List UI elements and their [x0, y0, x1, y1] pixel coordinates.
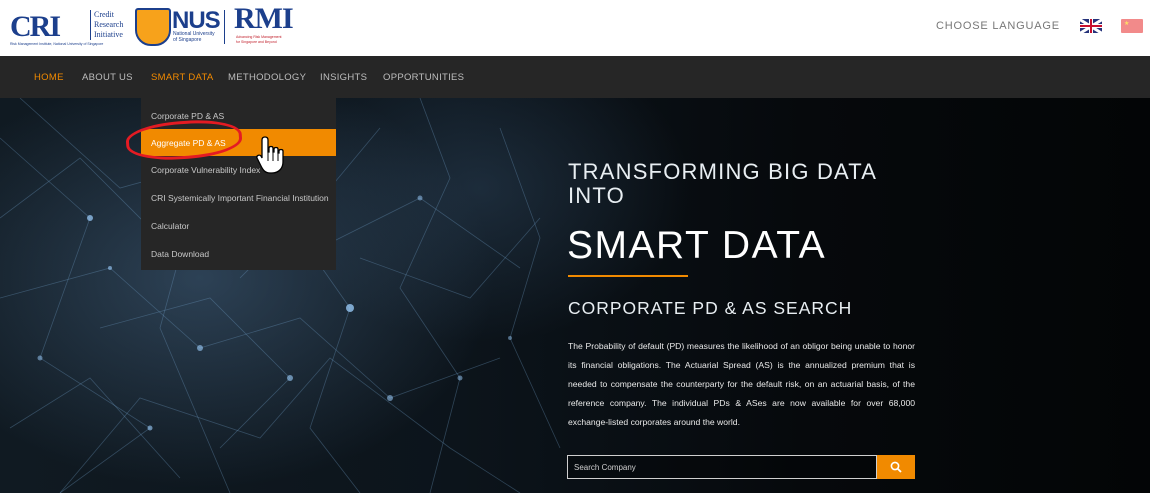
main-nav: HOME ABOUT US SMART DATA METHODOLOGY INS…	[0, 56, 1150, 98]
hand-cursor-icon	[256, 136, 284, 174]
rmi-sub-2: for Singapore and Beyond	[236, 40, 277, 44]
nav-about-us[interactable]: ABOUT US	[82, 72, 133, 83]
nav-home[interactable]: HOME	[34, 72, 64, 83]
nav-insights[interactable]: INSIGHTS	[320, 72, 367, 83]
nus-sub-2: of Singapore	[173, 37, 202, 43]
dropdown-item-label: Corporate PD & AS	[151, 111, 225, 121]
dropdown-item-calculator[interactable]: Calculator	[141, 212, 336, 239]
site-header: CRI Credit Research Initiative Risk Mana…	[0, 0, 1150, 56]
cri-logo-text: Credit Research Initiative	[90, 10, 123, 40]
nus-logo-subtitle: National University of Singapore	[173, 31, 215, 43]
cri-logo[interactable]: CRI Credit Research Initiative Risk Mana…	[6, 6, 123, 46]
logo-divider	[224, 10, 225, 44]
dropdown-item-label: CRI Systemically Important Financial Ins…	[151, 193, 329, 203]
nav-smart-data[interactable]: SMART DATA	[151, 72, 213, 83]
hero-heading-smart-data: SMART DATA	[567, 224, 827, 267]
dropdown-item-data-download[interactable]: Data Download	[141, 240, 336, 267]
rmi-logo-subtitle: Advancing Risk Management for Singapore …	[236, 35, 282, 45]
dropdown-item-cri-sifi[interactable]: CRI Systemically Important Financial Ins…	[141, 184, 336, 211]
nav-methodology[interactable]: METHODOLOGY	[228, 72, 306, 83]
hero-description: The Probability of default (PD) measures…	[568, 341, 915, 427]
dropdown-item-label: Corporate Vulnerability Index	[151, 165, 261, 175]
company-search-field[interactable]	[567, 455, 877, 479]
nus-logo[interactable]: NUS National University of Singapore	[135, 4, 221, 46]
dropdown-item-label: Data Download	[151, 249, 210, 259]
hero-accent-line	[568, 275, 688, 277]
choose-language-label: CHOOSE LANGUAGE	[936, 20, 1060, 32]
cri-logo-mark: CRI	[10, 10, 61, 43]
china-flag-icon[interactable]: ★	[1121, 19, 1143, 33]
rmi-logo[interactable]: RMI Advancing Risk Management for Singap…	[232, 2, 312, 46]
nav-opportunities[interactable]: OPPORTUNITIES	[383, 72, 464, 83]
cri-line-2: Research	[94, 20, 124, 29]
rmi-logo-name: RMI	[234, 2, 294, 35]
uk-flag-icon[interactable]	[1080, 19, 1102, 33]
search-button[interactable]	[877, 455, 915, 479]
cri-line-1: Credit	[94, 10, 114, 19]
nus-crest-icon	[135, 8, 171, 46]
hero-subheading: CORPORATE PD & AS SEARCH	[568, 298, 853, 318]
cri-logo-subtitle: Risk Management Institute, National Univ…	[10, 42, 104, 46]
hero-line-1: TRANSFORMING BIG DATA INTO	[568, 159, 876, 208]
cri-line-3: Initiative	[94, 30, 123, 39]
search-icon	[890, 461, 902, 473]
company-search-input[interactable]	[568, 456, 868, 478]
dropdown-item-corporate-vulnerability-index[interactable]: Corporate Vulnerability Index	[141, 156, 336, 183]
dropdown-item-label: Calculator	[151, 221, 190, 231]
